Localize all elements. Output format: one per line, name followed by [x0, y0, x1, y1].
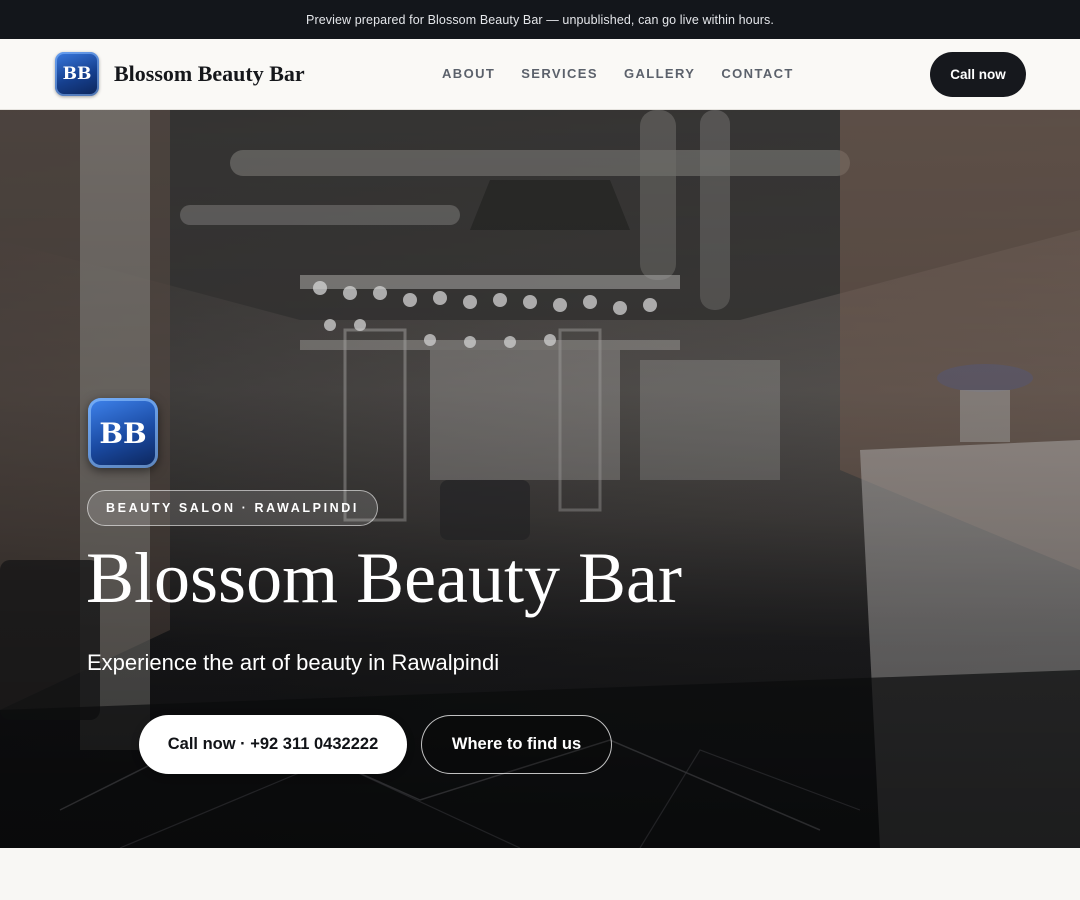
site-header: BB Blossom Beauty Bar ABOUT SERVICES GAL…: [0, 39, 1080, 110]
brand-logo[interactable]: BB: [55, 52, 99, 96]
nav-link-contact[interactable]: CONTACT: [721, 66, 793, 81]
preview-banner-text: Preview prepared for Blossom Beauty Bar …: [306, 12, 774, 27]
hero-find-us-button[interactable]: Where to find us: [421, 715, 612, 774]
main-nav: ABOUT SERVICES GALLERY CONTACT: [442, 66, 820, 81]
header-call-now-button[interactable]: Call now: [930, 52, 1026, 97]
hero-subtitle: Experience the art of beauty in Rawalpin…: [87, 650, 500, 675]
hero-title: Blossom Beauty Bar: [86, 538, 682, 618]
hero-call-now-button[interactable]: Call now · +92 311 0432222: [139, 715, 407, 774]
nav-link-services[interactable]: SERVICES: [521, 66, 598, 81]
hero-section: BB BEAUTY SALON · RAWALPINDI Blossom Bea…: [0, 110, 1080, 848]
nav-link-gallery[interactable]: GALLERY: [624, 66, 695, 81]
hero-tag-badge: BEAUTY SALON · RAWALPINDI: [87, 490, 378, 526]
preview-banner: Preview prepared for Blossom Beauty Bar …: [0, 0, 1080, 39]
brand-name[interactable]: Blossom Beauty Bar: [114, 61, 305, 87]
nav-link-about[interactable]: ABOUT: [442, 66, 495, 81]
brand-logo-text: BB: [62, 64, 92, 84]
hero-logo-text: BB: [99, 416, 147, 450]
hero-logo: BB: [88, 398, 158, 468]
